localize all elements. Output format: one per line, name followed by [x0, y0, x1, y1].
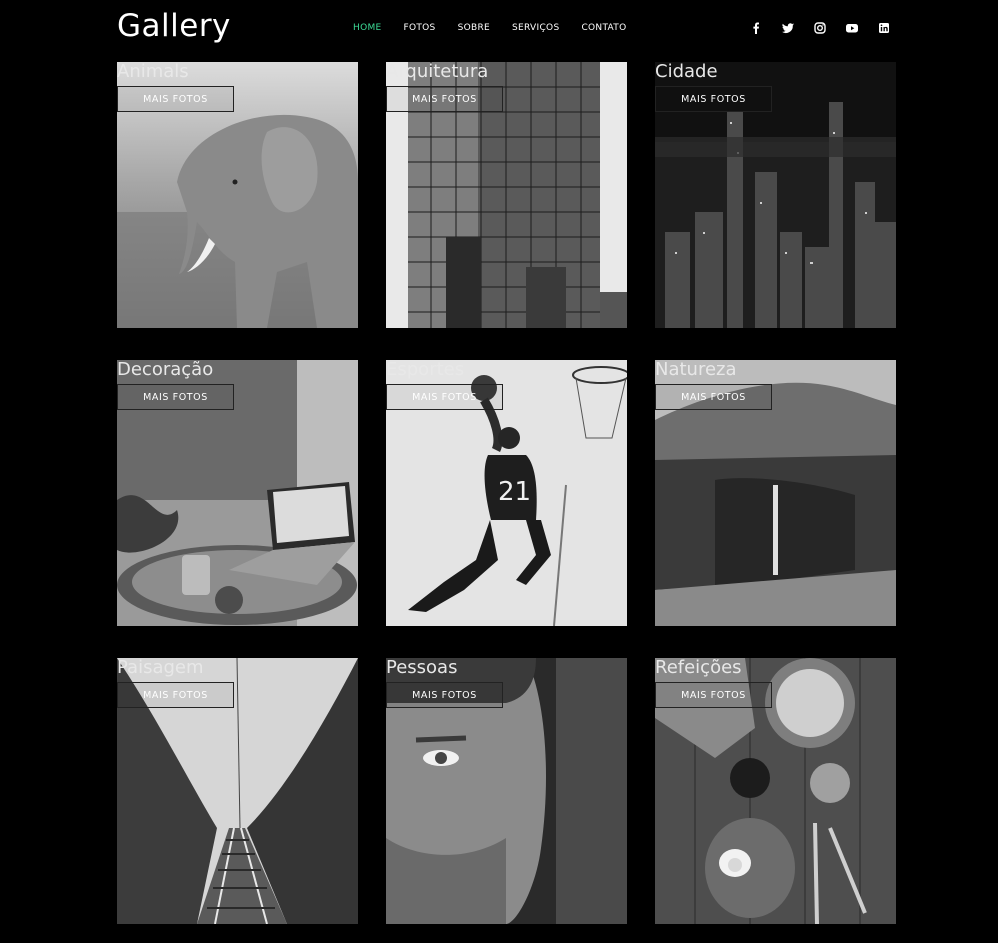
card-title: Natureza	[655, 360, 737, 380]
site-header: Gallery HOME FOTOS SOBRE SERVIÇOS CONTAT…	[0, 0, 998, 62]
card-title: Esportes	[386, 360, 465, 380]
more-photos-button[interactable]: MAIS FOTOS	[117, 86, 234, 112]
more-photos-button[interactable]: MAIS FOTOS	[386, 384, 503, 410]
gallery-card-pessoas[interactable]: Pessoas MAIS FOTOS	[386, 658, 627, 924]
gallery-card-refeicoes[interactable]: Refeições MAIS FOTOS	[655, 658, 896, 924]
card-title: Pessoas	[386, 658, 458, 678]
facebook-icon[interactable]	[748, 20, 764, 36]
site-logo[interactable]: Gallery	[117, 8, 231, 44]
social-links	[748, 20, 908, 36]
more-photos-button[interactable]: MAIS FOTOS	[655, 384, 772, 410]
nav-fotos[interactable]: FOTOS	[404, 23, 436, 33]
nav-sobre[interactable]: SOBRE	[458, 23, 490, 33]
youtube-icon[interactable]	[844, 20, 860, 36]
nav-servicos[interactable]: SERVIÇOS	[512, 23, 559, 33]
gallery-card-esportes[interactable]: 21 Esportes MAIS FOTOS	[386, 360, 627, 626]
more-photos-button[interactable]: MAIS FOTOS	[386, 682, 503, 708]
more-photos-button[interactable]: MAIS FOTOS	[655, 86, 772, 112]
twitter-icon[interactable]	[780, 20, 796, 36]
card-title: Animals	[117, 62, 189, 82]
nav-home[interactable]: HOME	[353, 23, 382, 33]
linkedin-icon[interactable]	[876, 20, 892, 36]
gallery-card-animals[interactable]: Animals MAIS FOTOS	[117, 62, 358, 328]
more-photos-button[interactable]: MAIS FOTOS	[117, 682, 234, 708]
gallery-card-decoracao[interactable]: Decoração MAIS FOTOS	[117, 360, 358, 626]
gallery-card-paisagem[interactable]: Paisagem MAIS FOTOS	[117, 658, 358, 924]
instagram-icon[interactable]	[812, 20, 828, 36]
more-photos-button[interactable]: MAIS FOTOS	[655, 682, 772, 708]
card-title: Paisagem	[117, 658, 204, 678]
gallery-card-arquitetura[interactable]: Arquitetura MAIS FOTOS	[386, 62, 627, 328]
gallery-card-natureza[interactable]: Natureza MAIS FOTOS	[655, 360, 896, 626]
svg-text:21: 21	[498, 477, 531, 507]
card-title: Decoração	[117, 360, 214, 380]
more-photos-button[interactable]: MAIS FOTOS	[386, 86, 503, 112]
card-title: Cidade	[655, 62, 718, 82]
gallery-card-cidade[interactable]: Cidade MAIS FOTOS	[655, 62, 896, 328]
card-title: Refeições	[655, 658, 742, 678]
main-nav: HOME FOTOS SOBRE SERVIÇOS CONTATO	[353, 23, 649, 33]
card-title: Arquitetura	[386, 62, 489, 82]
nav-contato[interactable]: CONTATO	[581, 23, 626, 33]
more-photos-button[interactable]: MAIS FOTOS	[117, 384, 234, 410]
